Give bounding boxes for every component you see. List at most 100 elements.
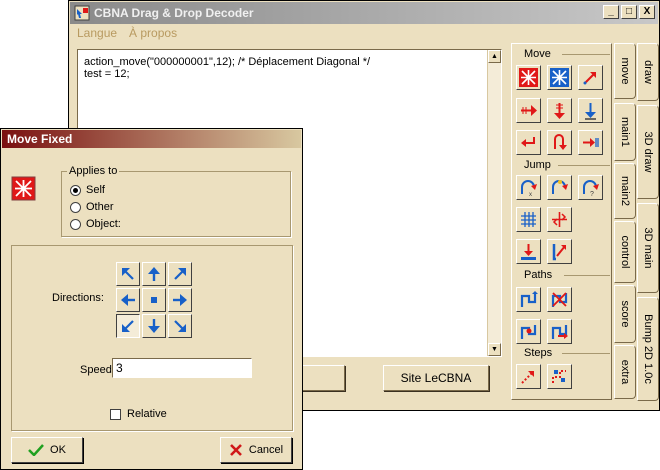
- friction-action-button[interactable]: [578, 130, 603, 155]
- arrow-down-left-icon: [122, 320, 134, 332]
- end-path-action-button[interactable]: [547, 287, 572, 312]
- vertical-speed-icon: [554, 103, 565, 119]
- radio-object[interactable]: Object:: [70, 218, 121, 230]
- applies-to-group: Applies to Self Other Object:: [61, 165, 291, 237]
- speed-horizontal-action-button[interactable]: [516, 98, 541, 123]
- vertical-scrollbar[interactable]: ▲ ▼: [487, 50, 501, 356]
- direction-down-left-button[interactable]: [116, 314, 140, 338]
- jump-to-start-action-button[interactable]: [547, 175, 572, 200]
- arrow-up-icon: [148, 267, 160, 281]
- site-lecbna-button[interactable]: Site LeCBNA: [383, 365, 489, 391]
- checkmark-icon: [28, 444, 44, 456]
- tab-score[interactable]: score: [614, 285, 636, 343]
- path-position-icon: [520, 325, 537, 339]
- direction-up-left-button[interactable]: [116, 262, 140, 286]
- radio-self[interactable]: Self: [70, 184, 105, 196]
- group-jump-label: Jump: [518, 159, 610, 171]
- menubar: Langue À propos: [77, 26, 177, 42]
- jump-position-icon: x: [521, 180, 537, 197]
- path-speed-icon: [551, 325, 568, 339]
- group-move-label: Move: [518, 48, 610, 60]
- dialog-titlebar[interactable]: Move Fixed: [2, 130, 301, 148]
- reverse-vertical-action-button[interactable]: [547, 130, 572, 155]
- minimize-button[interactable]: _: [603, 5, 619, 19]
- scroll-down-icon[interactable]: ▼: [488, 343, 501, 356]
- jump-random-action-button[interactable]: ?: [578, 175, 603, 200]
- move-to-contact-action-button[interactable]: [516, 239, 541, 264]
- bounce-action-button[interactable]: [547, 239, 572, 264]
- svg-text:x: x: [529, 192, 532, 197]
- radio-other[interactable]: Other: [70, 201, 114, 213]
- direction-stop-button[interactable]: [142, 288, 166, 312]
- horizontal-speed-icon: [521, 105, 537, 116]
- reverse-horizontal-action-button[interactable]: [516, 130, 541, 155]
- tab-bump-2d[interactable]: Bump 2D 1.0c: [637, 297, 659, 401]
- stop-square-icon: [151, 297, 157, 303]
- tab-draw[interactable]: draw: [637, 43, 659, 101]
- speed-label: Speed:: [80, 364, 115, 376]
- move-contact-icon: [521, 244, 536, 260]
- radio-self-button[interactable]: [70, 184, 81, 196]
- cancel-button[interactable]: Cancel: [220, 437, 292, 463]
- relative-checkbox[interactable]: [110, 408, 121, 420]
- code-line: action_move("000000001",12); /* Déplacem…: [84, 56, 371, 68]
- jump-random-icon: ?: [583, 180, 599, 197]
- arrow-up-left-icon: [122, 268, 134, 280]
- gravity-action-button[interactable]: [578, 98, 603, 123]
- group-steps-label: Steps: [518, 347, 610, 359]
- menu-langue[interactable]: Langue: [77, 26, 117, 42]
- direction-down-right-button[interactable]: [168, 314, 192, 338]
- direction-left-button[interactable]: [116, 288, 140, 312]
- move-towards-action-button[interactable]: [578, 65, 603, 90]
- jump-to-position-action-button[interactable]: x: [516, 175, 541, 200]
- step-towards-action-button[interactable]: [516, 364, 541, 389]
- path-speed-action-button[interactable]: [547, 319, 572, 344]
- radio-other-button[interactable]: [70, 201, 81, 213]
- tab-control[interactable]: control: [614, 221, 636, 283]
- arrow-right-icon: [173, 294, 187, 306]
- code-line: test = 12;: [84, 68, 130, 80]
- direction-right-button[interactable]: [168, 288, 192, 312]
- maximize-button[interactable]: □: [621, 5, 637, 19]
- direction-up-right-button[interactable]: [168, 262, 192, 286]
- speed-input[interactable]: [112, 358, 252, 378]
- jump-start-icon: [552, 180, 568, 194]
- move-fixed-icon: [11, 176, 36, 201]
- friction-icon: [583, 138, 599, 147]
- svg-text:?: ?: [590, 191, 594, 197]
- speed-vertical-action-button[interactable]: [547, 98, 572, 123]
- step-avoid-icon: [552, 370, 566, 383]
- scroll-up-icon[interactable]: ▲: [488, 50, 501, 63]
- path-position-action-button[interactable]: [516, 319, 541, 344]
- reverse-horizontal-icon: [521, 137, 535, 147]
- main-window-title: CBNA Drag & Drop Decoder: [94, 6, 254, 20]
- end-path-icon: [551, 292, 568, 307]
- tab-main2[interactable]: main2: [614, 163, 636, 219]
- wrap-action-button[interactable]: [547, 207, 572, 232]
- ok-button[interactable]: OK: [11, 437, 83, 463]
- tab-3d-draw[interactable]: 3D draw: [637, 105, 659, 199]
- relative-checkbox-row[interactable]: Relative: [110, 408, 167, 420]
- main-titlebar[interactable]: CBNA Drag & Drop Decoder _ □ X: [70, 2, 658, 24]
- gravity-icon: [585, 103, 596, 120]
- tab-extra[interactable]: extra: [614, 345, 636, 399]
- step-avoid-action-button[interactable]: [547, 364, 572, 389]
- direction-down-button[interactable]: [142, 314, 166, 338]
- step-towards-icon: [521, 371, 534, 384]
- set-path-action-button[interactable]: [516, 287, 541, 312]
- tab-main1[interactable]: main1: [614, 103, 636, 161]
- wrap-icon: [552, 212, 567, 227]
- tab-3d-main[interactable]: 3D main: [637, 203, 659, 293]
- directions-label: Directions:: [52, 292, 104, 304]
- direction-up-button[interactable]: [142, 262, 166, 286]
- move-fixed-action-button[interactable]: [516, 65, 541, 90]
- move-towards-icon: [583, 72, 596, 85]
- radio-object-button[interactable]: [70, 218, 81, 230]
- menu-a-propos[interactable]: À propos: [129, 26, 177, 42]
- snap-grid-action-button[interactable]: [516, 207, 541, 232]
- ok-label: OK: [50, 444, 66, 456]
- move-free-action-button[interactable]: [547, 65, 572, 90]
- close-button[interactable]: X: [639, 5, 655, 19]
- tab-move[interactable]: move: [614, 43, 636, 99]
- code-text: action_move("000000001",12); /* Déplacem…: [84, 56, 370, 80]
